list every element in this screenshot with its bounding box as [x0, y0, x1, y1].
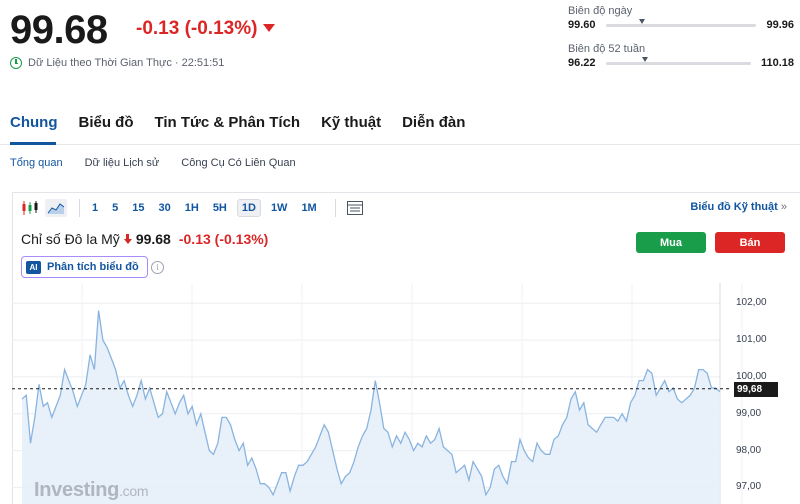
- day-range-track: [605, 18, 757, 27]
- table-view-icon[interactable]: [344, 199, 366, 217]
- timeframe-1w[interactable]: 1W: [267, 200, 292, 216]
- timeframe-30[interactable]: 30: [155, 200, 175, 216]
- y-tick-label: 98,00: [736, 444, 762, 456]
- y-tick-label: 100,00: [736, 370, 767, 382]
- week52-range-label: Biên độ 52 tuần: [568, 43, 646, 55]
- area-chart-icon[interactable]: [45, 199, 67, 217]
- technical-chart-link[interactable]: Biểu đồ Kỹ thuật »: [690, 201, 787, 213]
- ai-analysis-button[interactable]: AI Phân tích biểu đồ: [21, 256, 148, 278]
- y-tick-label: 102,00: [736, 297, 767, 309]
- chevron-right-icon: »: [780, 201, 787, 213]
- instrument-name: Chỉ số Đô la Mỹ: [21, 231, 120, 247]
- realtime-label: Dữ Liệu theo Thời Gian Thực · 22:51:51: [28, 57, 225, 69]
- info-icon[interactable]: i: [151, 261, 164, 274]
- timeframe-1d[interactable]: 1D: [236, 199, 261, 217]
- sub-tabs: Tổng quan Dữ liệu Lịch sử Công Cụ Có Liê…: [10, 157, 296, 169]
- clock-icon: [10, 57, 22, 69]
- tab-overview[interactable]: Chung: [10, 114, 57, 131]
- down-arrow-icon: [263, 24, 276, 32]
- toolbar-divider: [334, 199, 336, 217]
- subtab-tools[interactable]: Công Cụ Có Liên Quan: [181, 157, 295, 169]
- y-tick-label: 99,00: [736, 407, 762, 419]
- day-range-low: 99.60: [568, 19, 596, 31]
- chart-title: Chỉ số Đô la Mỹ 99.68 -0.13 (-0.13%): [21, 231, 268, 247]
- chart-change: -0.13 (-0.13%): [178, 231, 269, 247]
- week52-range-track: [605, 56, 751, 65]
- timeframe-1m[interactable]: 1M: [297, 200, 320, 216]
- y-tick-label: 97,00: [736, 481, 762, 493]
- subtab-history[interactable]: Dữ liệu Lịch sử: [85, 157, 160, 169]
- realtime-status: Dữ Liệu theo Thời Gian Thực · 22:51:51: [10, 57, 224, 69]
- candlestick-icon[interactable]: [19, 199, 41, 217]
- price-chart[interactable]: 99,68 97,00 98,00 99,00 100,00 101,00 102,00: [12, 283, 800, 504]
- buy-button[interactable]: Mua: [636, 232, 706, 253]
- main-tabs: Chung Biểu đồ Tin Tức & Phân Tích Kỹ thu…: [10, 114, 465, 131]
- day-range-label: Biên độ ngày: [568, 5, 633, 17]
- logo-suffix: .com: [119, 483, 149, 499]
- chart-toolbar: 1 5 15 30 1H 5H 1D 1W 1M Biểu đồ Kỹ thuậ…: [13, 193, 800, 223]
- tab-forum[interactable]: Diễn đàn: [402, 114, 465, 131]
- tab-chart[interactable]: Biểu đồ: [78, 114, 133, 131]
- last-price-label: 99,68: [734, 381, 778, 397]
- down-arrow-icon: [123, 234, 132, 244]
- week52-range-low: 96.22: [568, 57, 596, 69]
- toolbar-divider: [79, 199, 80, 217]
- active-tab-underline: [10, 142, 56, 145]
- timeframe-1[interactable]: 1: [88, 200, 102, 216]
- logo-brand: Investing: [34, 479, 120, 501]
- price-change-text: -0.13 (-0.13%): [136, 18, 258, 39]
- tab-news[interactable]: Tin Tức & Phân Tích: [154, 114, 300, 131]
- week52-range: Biên độ 52 tuần 96.22 110.18: [568, 43, 794, 69]
- investing-logo: Investing.com: [34, 479, 149, 502]
- week52-range-high: 110.18: [760, 57, 794, 69]
- price-chart-svg: [12, 283, 743, 504]
- ai-analysis-label: Phân tích biểu đồ: [47, 261, 139, 273]
- price-change: -0.13 (-0.13%): [136, 18, 276, 40]
- timeframe-15[interactable]: 15: [128, 200, 148, 216]
- sell-button[interactable]: Bán: [715, 232, 785, 253]
- timeframe-5[interactable]: 5: [108, 200, 122, 216]
- day-range: Biên độ ngày 99.60 99.96: [568, 5, 794, 31]
- day-range-high: 99.96: [766, 19, 794, 31]
- week52-range-marker: [641, 56, 648, 62]
- y-tick-label: 101,00: [736, 334, 767, 346]
- current-price: 99.68: [10, 8, 108, 52]
- chart-price: 99.68: [135, 231, 171, 247]
- ai-icon: AI: [26, 260, 41, 274]
- subtab-overview[interactable]: Tổng quan: [10, 157, 63, 169]
- tabs-divider: [0, 144, 800, 145]
- timeframe-5h[interactable]: 5H: [209, 200, 231, 216]
- day-range-marker: [638, 18, 645, 24]
- timeframe-1h[interactable]: 1H: [181, 200, 203, 216]
- technical-chart-label: Biểu đồ Kỹ thuật: [690, 201, 778, 213]
- tab-technical[interactable]: Kỹ thuật: [321, 114, 381, 131]
